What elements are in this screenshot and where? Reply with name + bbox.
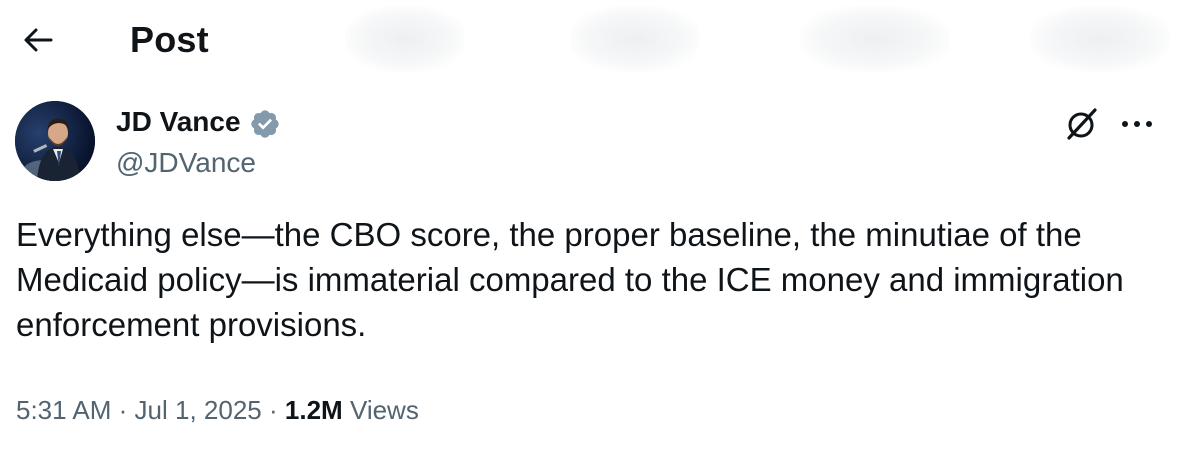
profile-photo bbox=[15, 101, 95, 181]
post-date[interactable]: Jul 1, 2025 bbox=[135, 395, 262, 425]
top-bar: Post bbox=[0, 0, 1179, 80]
post-metadata: 5:31 AM · Jul 1, 2025 · 1.2M Views bbox=[16, 392, 419, 428]
meta-separator: · bbox=[269, 395, 278, 425]
verified-badge-icon bbox=[251, 110, 279, 138]
post-time[interactable]: 5:31 AM bbox=[16, 395, 111, 425]
more-horizontal-icon bbox=[1122, 121, 1152, 127]
author-name[interactable]: JD Vance bbox=[116, 104, 241, 140]
back-button[interactable] bbox=[12, 16, 64, 64]
views-count[interactable]: 1.2M bbox=[285, 395, 343, 425]
meta-separator: · bbox=[118, 395, 128, 425]
blurred-tab bbox=[1030, 6, 1170, 72]
blurred-tab bbox=[800, 6, 950, 72]
views-label: Views bbox=[349, 395, 419, 425]
post-page: Post JD Vance @JDVance Everything else—t… bbox=[0, 0, 1179, 459]
blurred-tab bbox=[570, 6, 700, 72]
page-title: Post bbox=[130, 19, 209, 60]
blurred-tab bbox=[345, 6, 465, 72]
avatar[interactable] bbox=[15, 101, 95, 181]
grok-icon bbox=[1067, 108, 1097, 140]
post-text: Everything else—the CBO score, the prope… bbox=[16, 216, 1124, 343]
arrow-left-icon bbox=[24, 28, 53, 52]
grok-button[interactable] bbox=[1062, 104, 1102, 144]
more-options-button[interactable] bbox=[1115, 104, 1159, 144]
author-handle[interactable]: @JDVance bbox=[116, 145, 256, 181]
